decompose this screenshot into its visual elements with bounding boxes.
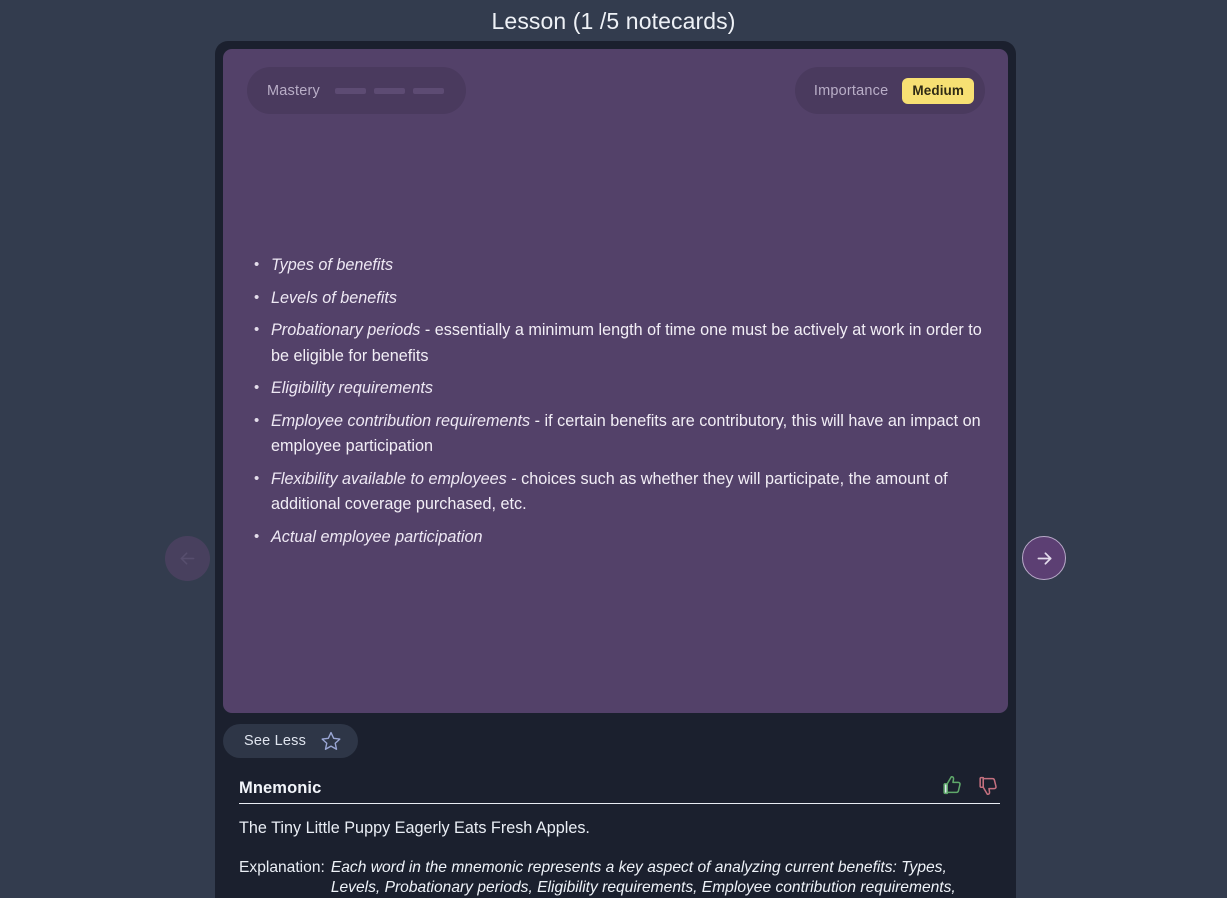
list-item: Levels of benefits [247,285,984,312]
bullet-term: Types of benefits [271,256,394,274]
bullet-term: Actual employee participation [271,527,483,546]
arrow-left-icon [180,552,195,565]
page-title: Lesson (1 /5 notecards) [491,8,736,34]
list-item: Flexibility available to employees - cho… [247,466,984,518]
explanation-text: Each word in the mnemonic represents a k… [330,859,956,896]
previous-card-button[interactable] [165,536,210,581]
mastery-label: Mastery [267,82,320,99]
mastery-bars [334,87,444,94]
bullet-term: Eligibility requirements [271,379,433,397]
bullet-list: Types of benefits Levels of benefits Pro… [247,252,984,551]
lesson-page: Lesson (1 /5 notecards) Mastery Importan… [0,0,1227,898]
list-item: Employee contribution requirements - if … [247,408,984,460]
bullet-term: Employee contribution requirements [271,411,531,430]
mastery-indicator[interactable]: Mastery [247,67,466,114]
mastery-bar-1 [334,87,366,94]
bullet-term: Flexibility available to employees [271,469,507,488]
mnemonic-section: Mnemonic The Tiny Little Puppy Eagerly E… [223,774,1008,898]
mnemonic-header: Mnemonic [239,774,1000,804]
arrow-right-icon [1037,551,1051,565]
list-item: Types of benefits [247,252,984,279]
bullet-term: Probationary periods [271,321,421,339]
see-less-button[interactable]: See Less [223,724,359,758]
mnemonic-text: The Tiny Little Puppy Eagerly Eats Fresh… [239,819,590,837]
mnemonic-explanation: Explanation: Each word in the mnemonic r… [239,858,1000,898]
explanation-label: Explanation: [239,859,325,876]
importance-indicator[interactable]: Importance Medium [794,67,985,114]
notecard-shell: Mastery Importance Medium Types of benef… [215,41,1016,898]
importance-label: Importance [813,82,889,99]
next-card-button[interactable] [1022,536,1066,580]
mastery-bar-2 [373,87,405,94]
notecard-content: Types of benefits Levels of benefits Pro… [247,252,984,557]
mastery-bar-3 [412,87,444,94]
notecard-meta-row: Mastery Importance Medium [247,67,985,114]
notecard: Mastery Importance Medium Types of benef… [223,49,1008,713]
list-item: Eligibility requirements [247,375,984,402]
see-less-row: See Less [223,724,1008,758]
bullet-term: Levels of benefits [271,288,397,307]
mnemonic-title: Mnemonic [239,779,322,797]
importance-badge: Medium [902,77,974,104]
thumbs-down-icon[interactable] [977,774,1000,797]
thumbs-up-icon[interactable] [941,774,964,797]
list-item: Actual employee participation [247,524,984,551]
list-item: Probationary periods - essentially a min… [247,317,984,369]
vote-buttons [941,774,1000,798]
star-outline-icon[interactable] [320,730,342,752]
see-less-label: See Less [244,733,307,749]
